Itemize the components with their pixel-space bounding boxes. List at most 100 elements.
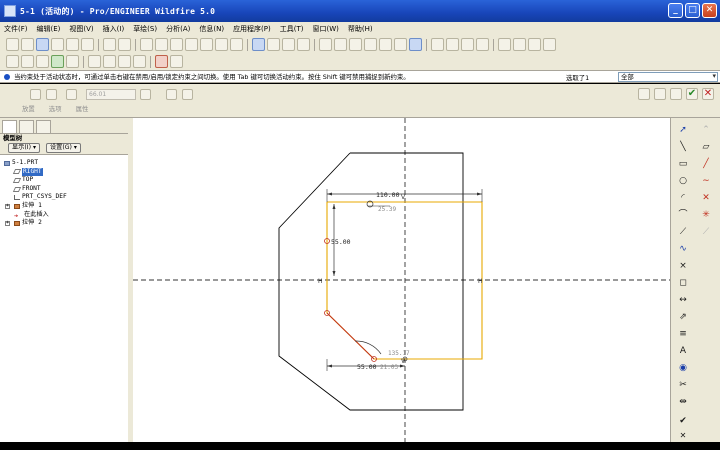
menu-window[interactable]: 窗口(W) [313,24,339,34]
settings-button[interactable]: 设置(G) [45,143,81,153]
shade-closed-loops-icon[interactable] [118,55,131,68]
model-tree-tab[interactable] [2,120,17,133]
preview-icon[interactable] [654,88,666,100]
offset-icon[interactable]: ⟋ [699,226,713,238]
zoom-out-icon[interactable] [334,38,347,51]
modify-icon[interactable]: ⇗ [676,311,690,323]
palette-icon[interactable]: ◉ [676,362,690,374]
tree-item-extrude-2[interactable]: + 拉伸 2 [0,219,128,228]
vertex-display-icon[interactable] [103,55,116,68]
thicken-icon[interactable] [182,89,193,100]
constraint-display-icon[interactable] [66,55,79,68]
paste-icon[interactable] [170,38,183,51]
sketch-icon[interactable] [252,38,265,51]
dimension-icon[interactable]: ↔ [676,294,690,306]
tree-item-front[interactable]: FRONT [0,185,128,194]
tree-item-insert-here[interactable]: ➔ 在此插入 [0,211,128,221]
dim-bottom-width[interactable]: 55.00 [357,363,377,371]
dim-bottom-offset[interactable]: 21.03 [380,364,398,371]
highlight-open-ends-icon[interactable] [133,55,146,68]
done-check-icon[interactable]: ✔ [676,415,690,427]
datum-axes-toggle-icon[interactable] [513,38,526,51]
close-button[interactable]: ✕ [702,3,717,18]
favorites-tab[interactable] [36,120,51,133]
cancel-x-icon[interactable]: ✕ [702,88,714,100]
constraints-icon[interactable]: ≡ [676,328,690,340]
minimize-button[interactable]: _ [668,3,683,18]
view-manager-icon[interactable] [409,38,422,51]
trim-icon[interactable]: ✂ [676,379,690,391]
selection-filter-dropdown[interactable]: 全部 [618,72,718,82]
sketch-canvas[interactable]: 110.00 25.39 55.00 55.00 21.03 135.17 H … [133,118,670,442]
cut-icon[interactable] [140,38,153,51]
grid-display-icon[interactable] [88,55,101,68]
line-icon[interactable]: ╲ [676,141,690,153]
surface-icon[interactable] [46,89,57,100]
spline-tool-icon[interactable]: ∿ [676,243,690,255]
regenerate-icon[interactable] [200,38,213,51]
dim-top-width[interactable]: 110.00 [376,191,400,199]
remove-material-icon[interactable] [166,89,177,100]
sketch-setup-icon[interactable] [6,55,19,68]
open-file-icon[interactable] [21,38,34,51]
tree-item-part[interactable]: 5-1.PRT [0,159,128,168]
chamfer-icon[interactable]: ⟋ [676,226,690,238]
tree-item-extrude-1[interactable]: + 拉伸 1 [0,202,128,211]
shaded-icon[interactable] [476,38,489,51]
tree-item-top[interactable]: TOP [0,176,128,185]
expand-icon[interactable]: + [5,203,10,209]
datum-points-toggle-icon[interactable] [528,38,541,51]
menu-view[interactable]: 视图(V) [69,24,93,34]
reorient-icon[interactable] [364,38,377,51]
copy-icon[interactable] [155,38,168,51]
dim-arc-angle[interactable]: 135.17 [388,350,410,357]
text-icon[interactable]: A [676,345,690,357]
base-feature-outline[interactable] [278,152,464,411]
parallelogram-icon[interactable]: ▱ [699,141,713,153]
sketch-point-icon[interactable]: × [676,260,690,272]
saved-views-icon[interactable] [379,38,392,51]
point-icon[interactable]: ✕ [699,192,713,204]
arc-icon[interactable]: ◜ [676,192,690,204]
refit-icon[interactable] [349,38,362,51]
select-more-icon[interactable]: ⌃ [699,124,713,136]
coordinate-system-icon[interactable]: ✳ [699,209,713,221]
select-arrow-icon[interactable]: ➚ [676,124,690,136]
sketch-graphics[interactable]: 110.00 25.39 55.00 55.00 21.03 135.17 H … [133,118,670,442]
wireframe-icon[interactable] [431,38,444,51]
tab-properties[interactable]: 属性 [76,104,89,113]
find-icon[interactable] [215,38,228,51]
dim-top-angle[interactable]: 25.39 [378,206,396,213]
maximize-button[interactable]: □ [685,3,700,18]
solid-icon[interactable] [30,89,41,100]
depth-option-icon[interactable] [66,89,77,100]
datum-axis-icon[interactable] [267,38,280,51]
feature-requirements-icon[interactable] [170,55,183,68]
datum-planes-toggle-icon[interactable] [498,38,511,51]
verify-icon[interactable] [670,88,682,100]
new-file-icon[interactable] [6,38,19,51]
selection-box-icon[interactable] [230,38,243,51]
hidden-line-icon[interactable] [446,38,459,51]
csys-toggle-icon[interactable] [543,38,556,51]
menu-edit[interactable]: 编辑(E) [37,24,61,34]
tab-placement[interactable]: 放置 [22,104,35,113]
menu-info[interactable]: 信息(N) [199,24,224,34]
zoom-in-icon[interactable] [319,38,332,51]
no-hidden-icon[interactable] [461,38,474,51]
pause-icon[interactable] [638,88,650,100]
paste-special-icon[interactable] [185,38,198,51]
circle-icon[interactable]: ○ [676,175,690,187]
sketch-references-icon[interactable] [36,55,49,68]
quit-x-icon[interactable]: ✕ [676,430,690,442]
dim-left-height[interactable]: 55.00 [331,238,351,246]
accept-checkmark-icon[interactable]: ✔ [686,88,698,100]
layers-icon[interactable] [394,38,407,51]
depth-input[interactable]: 66.01 [86,89,136,100]
menu-insert[interactable]: 插入(I) [103,24,125,34]
menu-file[interactable]: 文件(F) [4,24,28,34]
save-icon[interactable] [36,38,49,51]
tab-options[interactable]: 选项 [49,104,62,113]
flip-direction-icon[interactable] [140,89,151,100]
spline-icon[interactable]: ∼ [699,175,713,187]
